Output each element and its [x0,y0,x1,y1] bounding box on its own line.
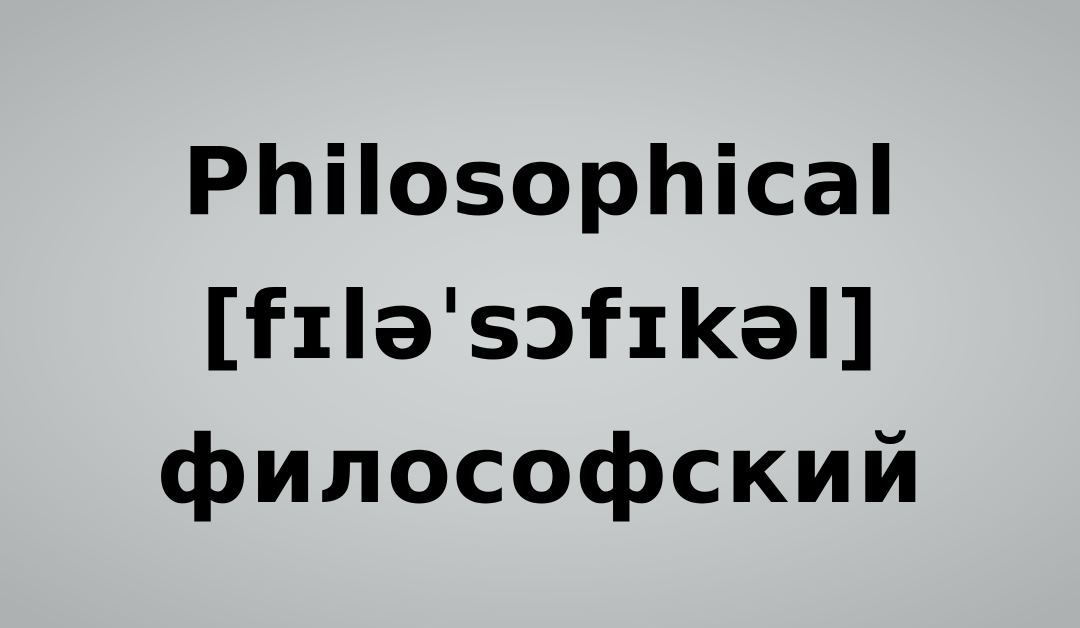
russian-translation: философский [155,416,925,525]
phonetic-transcription: [fɪləˈsɔfɪkəl] [200,272,880,381]
english-word: Philosophical [181,128,899,237]
flashcard: Philosophical [fɪləˈsɔfɪkəl] философский [0,0,1080,628]
